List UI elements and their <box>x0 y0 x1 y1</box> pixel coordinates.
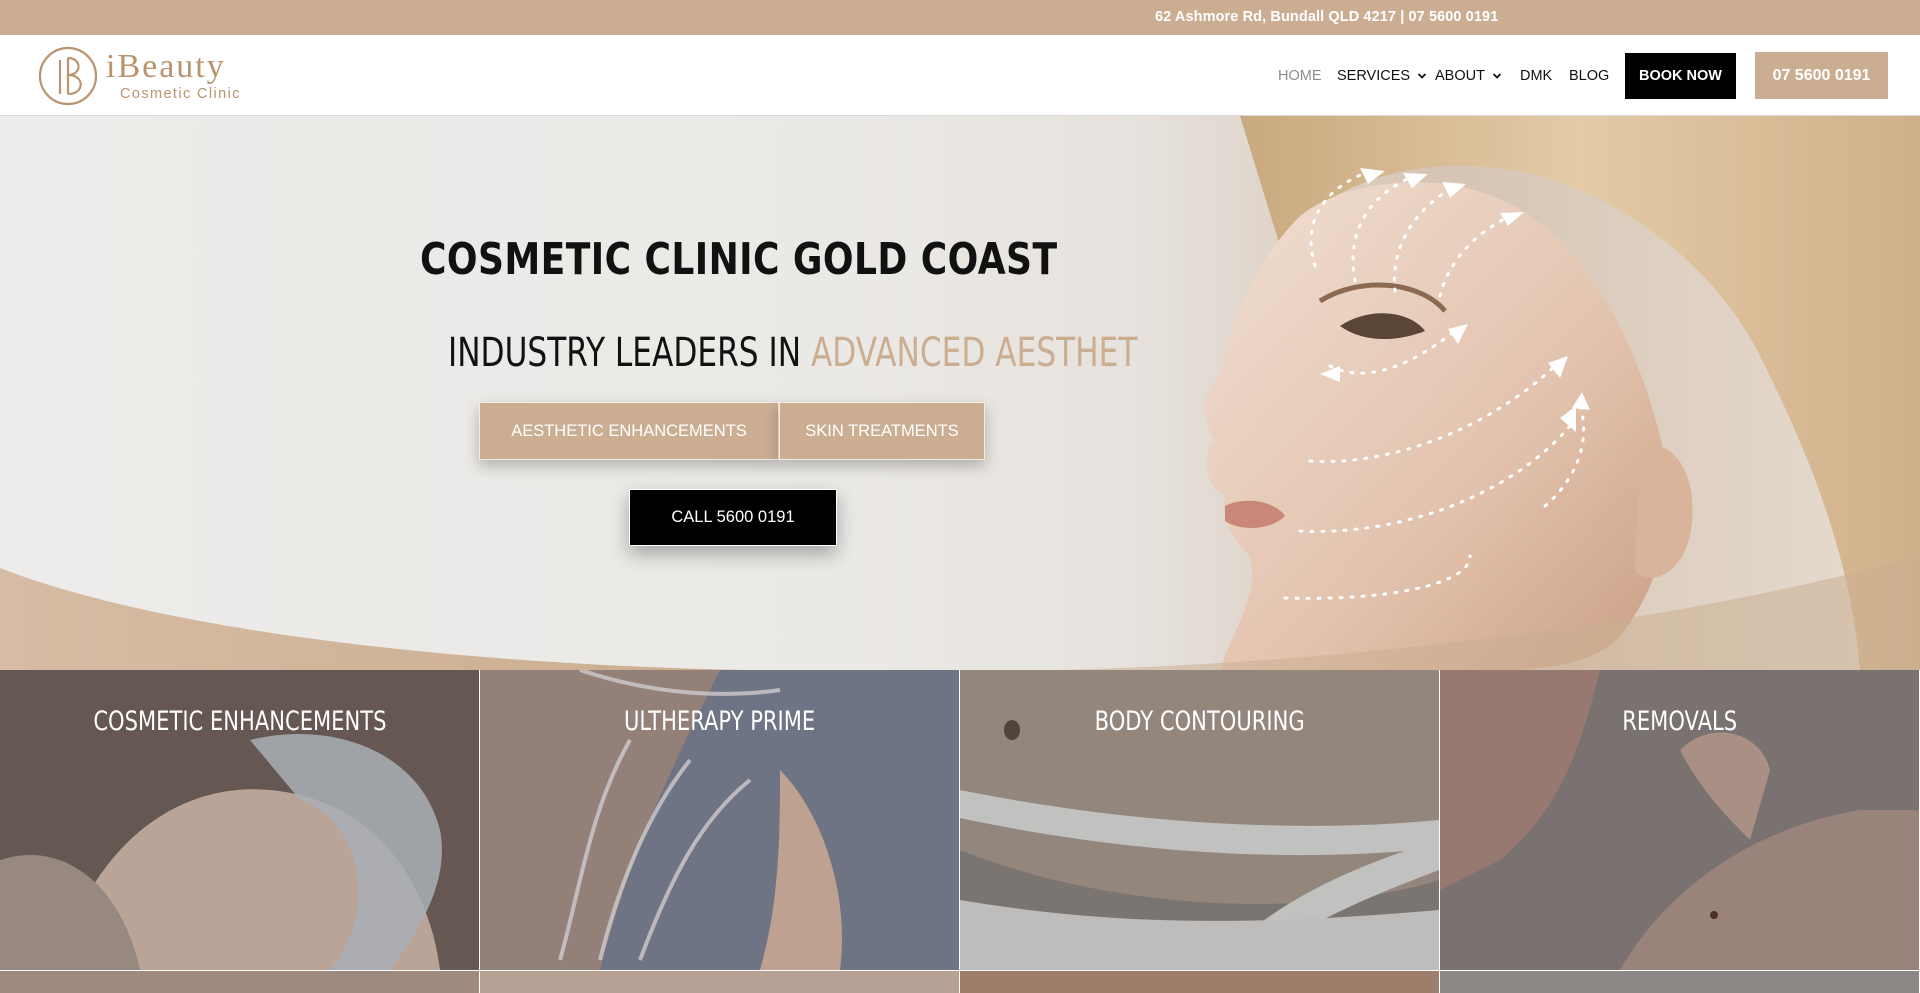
tile-row2-2[interactable] <box>480 971 959 993</box>
service-tiles-row-2 <box>0 971 1920 993</box>
tile-title: REMOVALS <box>1440 704 1919 740</box>
call-button[interactable]: CALL 5600 0191 <box>629 489 837 546</box>
tile-cosmetic-enhancements[interactable]: COSMETIC ENHANCEMENTS <box>0 670 479 970</box>
nav-services-label: SERVICES <box>1337 68 1411 84</box>
aesthetic-enhancements-button[interactable]: AESTHETIC ENHANCEMENTS <box>479 402 779 460</box>
nav-home[interactable]: HOME <box>1278 67 1322 85</box>
tile-title: COSMETIC ENHANCEMENTS <box>0 704 479 740</box>
tile-title-text: COSMETIC ENHANCEMENTS <box>92 706 387 737</box>
logo-name: iBeauty <box>106 48 226 85</box>
tile-title-text: ULTHERAPY PRIME <box>623 706 816 737</box>
tile-title: BODY CONTOURING <box>960 704 1439 740</box>
tile-row2-3[interactable] <box>960 971 1439 993</box>
nav-blog-label: BLOG <box>1569 68 1610 84</box>
tile-title-text: REMOVALS <box>1622 706 1737 737</box>
top-info-bar: 62 Ashmore Rd, Bundall QLD 4217 | 07 560… <box>0 0 1920 35</box>
site-header: iBeauty Cosmetic Clinic HOME SERVICES AB… <box>0 35 1920 116</box>
hero-section: COSMETIC CLINIC GOLD COAST INDUSTRY LEAD… <box>0 116 1920 670</box>
tile-ultherapy-prime[interactable]: ULTHERAPY PRIME <box>480 670 959 970</box>
phone-button[interactable]: 07 5600 0191 <box>1755 52 1888 99</box>
address-phone-text: 62 Ashmore Rd, Bundall QLD 4217 | 07 560… <box>1155 9 1499 25</box>
nav-dmk[interactable]: DMK <box>1520 67 1552 85</box>
nav-dmk-label: DMK <box>1520 68 1553 84</box>
service-tiles: COSMETIC ENHANCEMENTS ULTHERAPY PRIME BO… <box>0 670 1920 970</box>
hero-subtitle-accent: ADVANCED AESTHET <box>810 330 1138 376</box>
tile-title-text: BODY CONTOURING <box>1094 706 1305 737</box>
chevron-down-icon <box>1492 73 1502 79</box>
ib-monogram-icon <box>38 46 98 106</box>
tile-removals[interactable]: REMOVALS <box>1440 670 1919 970</box>
nav-about-label: ABOUT <box>1435 68 1485 84</box>
nav-services[interactable]: SERVICES <box>1337 67 1428 85</box>
nav-home-label: HOME <box>1278 68 1322 84</box>
tile-row2-4[interactable] <box>1440 971 1919 993</box>
nav-about[interactable]: ABOUT <box>1435 67 1503 85</box>
tile-row2-1[interactable] <box>0 971 479 993</box>
hero-face-image <box>0 116 1920 670</box>
book-now-button[interactable]: BOOK NOW <box>1625 53 1736 99</box>
hero-subtitle-prefix: INDUSTRY LEADERS IN <box>448 330 811 376</box>
site-logo[interactable]: iBeauty Cosmetic Clinic <box>38 44 258 108</box>
hero-title: COSMETIC CLINIC GOLD COAST <box>420 234 1058 285</box>
tile-body-contouring[interactable]: BODY CONTOURING <box>960 670 1439 970</box>
nav-blog[interactable]: BLOG <box>1569 67 1609 85</box>
skin-treatments-button[interactable]: SKIN TREATMENTS <box>779 402 985 460</box>
logo-subtitle: Cosmetic Clinic <box>120 86 241 102</box>
hero-subtitle: INDUSTRY LEADERS IN ADVANCED AESTHET <box>448 329 1137 377</box>
tile-title: ULTHERAPY PRIME <box>480 704 959 740</box>
chevron-down-icon <box>1417 73 1427 79</box>
